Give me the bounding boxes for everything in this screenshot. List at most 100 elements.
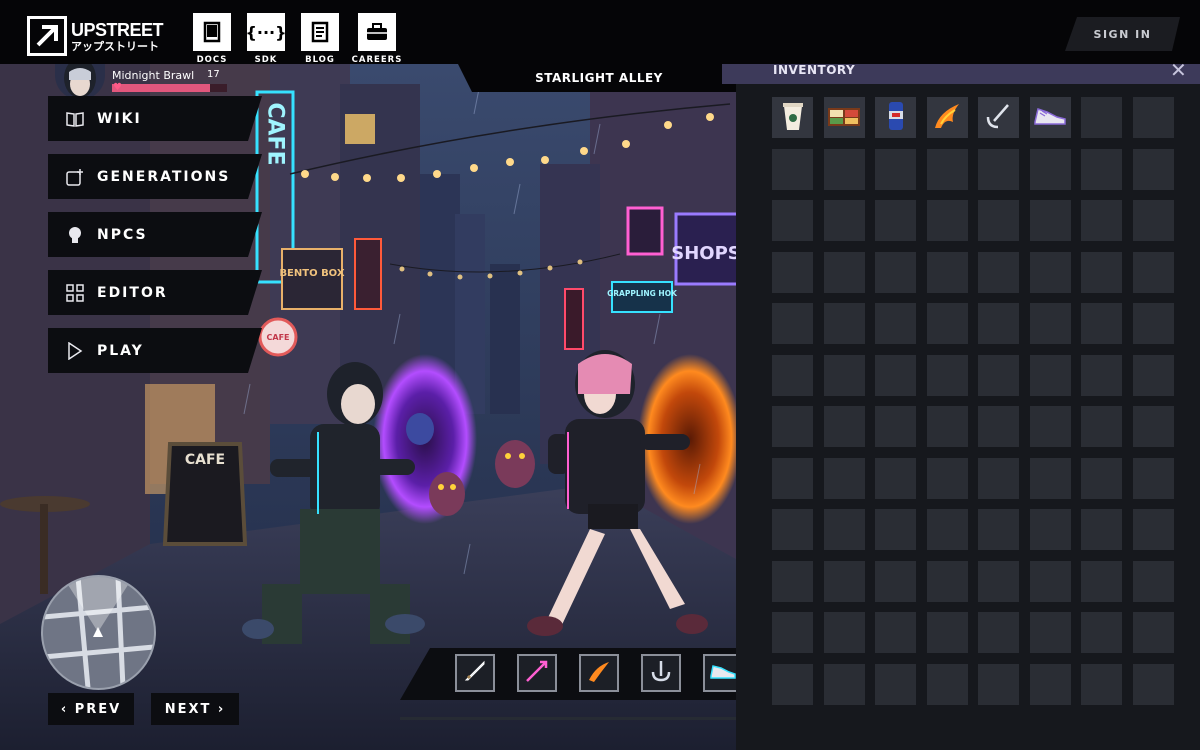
inventory-slot[interactable] bbox=[823, 406, 865, 447]
inventory-slot[interactable] bbox=[1132, 97, 1174, 138]
inventory-slot[interactable] bbox=[1132, 663, 1174, 705]
inventory-slot[interactable] bbox=[1132, 200, 1174, 241]
upstreet-logo[interactable]: UPSTREET アップストリート bbox=[27, 16, 164, 56]
inventory-slot[interactable] bbox=[1029, 148, 1071, 190]
inventory-slot[interactable] bbox=[926, 663, 968, 705]
next-button[interactable]: NEXT › bbox=[151, 693, 239, 725]
inventory-slot[interactable] bbox=[1081, 406, 1122, 447]
inventory-slot[interactable] bbox=[875, 457, 916, 499]
inventory-slot[interactable] bbox=[772, 200, 813, 241]
inventory-slot[interactable] bbox=[772, 457, 813, 499]
inventory-slot[interactable] bbox=[1029, 509, 1071, 550]
inventory-slot[interactable] bbox=[823, 560, 865, 602]
inventory-slot[interactable] bbox=[1132, 612, 1174, 653]
nav-docs[interactable]: DOCS bbox=[192, 13, 232, 65]
inventory-slot[interactable] bbox=[978, 560, 1019, 602]
inventory-slot[interactable] bbox=[978, 148, 1019, 190]
inventory-slot[interactable] bbox=[823, 612, 865, 653]
minimap[interactable] bbox=[41, 575, 156, 690]
inventory-slot[interactable] bbox=[772, 97, 813, 138]
inventory-slot[interactable] bbox=[1029, 354, 1071, 396]
inventory-slot[interactable] bbox=[1081, 251, 1122, 293]
inventory-slot[interactable] bbox=[926, 406, 968, 447]
inventory-slot[interactable] bbox=[1029, 200, 1071, 241]
inventory-slot[interactable] bbox=[926, 612, 968, 653]
inventory-slot[interactable] bbox=[978, 303, 1019, 344]
sign-in-button[interactable]: SIGN IN bbox=[1065, 17, 1180, 51]
inventory-slot[interactable] bbox=[1029, 663, 1071, 705]
inventory-slot[interactable] bbox=[1029, 457, 1071, 499]
inventory-slot[interactable] bbox=[823, 148, 865, 190]
inventory-slot[interactable] bbox=[1132, 406, 1174, 447]
inventory-slot[interactable] bbox=[875, 663, 916, 705]
inventory-slot[interactable] bbox=[978, 97, 1019, 138]
inventory-slot[interactable] bbox=[978, 406, 1019, 447]
menu-editor-button[interactable]: EDITOR bbox=[48, 270, 262, 315]
inventory-slot[interactable] bbox=[823, 200, 865, 241]
inventory-slot[interactable] bbox=[1081, 303, 1122, 344]
inventory-slot[interactable] bbox=[875, 251, 916, 293]
hotbar-slot-fire-slash[interactable] bbox=[579, 654, 619, 692]
inventory-slot[interactable] bbox=[1029, 612, 1071, 653]
inventory-slot[interactable] bbox=[926, 148, 968, 190]
hotbar-slot-grappling-hook[interactable] bbox=[641, 654, 681, 692]
inventory-slot[interactable] bbox=[823, 457, 865, 499]
inventory-slot[interactable] bbox=[823, 303, 865, 344]
inventory-slot[interactable] bbox=[772, 663, 813, 705]
inventory-slot[interactable] bbox=[926, 509, 968, 550]
inventory-slot[interactable] bbox=[875, 406, 916, 447]
hotbar-slot-sword[interactable] bbox=[455, 654, 495, 692]
inventory-slot[interactable] bbox=[823, 251, 865, 293]
hotbar-slot-magic-arrow[interactable] bbox=[517, 654, 557, 692]
menu-generations-button[interactable]: GENERATIONS bbox=[48, 154, 262, 199]
inventory-slot[interactable] bbox=[772, 354, 813, 396]
inventory-slot[interactable] bbox=[1029, 97, 1071, 138]
inventory-slot[interactable] bbox=[772, 406, 813, 447]
inventory-slot[interactable] bbox=[772, 560, 813, 602]
inventory-slot[interactable] bbox=[823, 509, 865, 550]
inventory-slot[interactable] bbox=[772, 303, 813, 344]
inventory-slot[interactable] bbox=[1029, 560, 1071, 602]
menu-wiki-button[interactable]: WIKI bbox=[48, 96, 262, 141]
inventory-slot[interactable] bbox=[875, 560, 916, 602]
inventory-slot[interactable] bbox=[1081, 200, 1122, 241]
inventory-slot[interactable] bbox=[978, 354, 1019, 396]
inventory-slot[interactable] bbox=[978, 509, 1019, 550]
inventory-slot[interactable] bbox=[875, 97, 916, 138]
inventory-slot[interactable] bbox=[1132, 509, 1174, 550]
inventory-slot[interactable] bbox=[978, 200, 1019, 241]
inventory-slot[interactable] bbox=[1081, 612, 1122, 653]
inventory-slot[interactable] bbox=[978, 457, 1019, 499]
inventory-slot[interactable] bbox=[1029, 406, 1071, 447]
inventory-slot[interactable] bbox=[1081, 148, 1122, 190]
inventory-slot[interactable] bbox=[926, 560, 968, 602]
inventory-slot[interactable] bbox=[875, 354, 916, 396]
inventory-slot[interactable] bbox=[1132, 148, 1174, 190]
nav-blog[interactable]: BLOG bbox=[300, 13, 340, 65]
inventory-slot[interactable] bbox=[772, 509, 813, 550]
inventory-slot[interactable] bbox=[875, 148, 916, 190]
inventory-slot[interactable] bbox=[926, 457, 968, 499]
inventory-slot[interactable] bbox=[772, 251, 813, 293]
inventory-slot[interactable] bbox=[1132, 354, 1174, 396]
inventory-slot[interactable] bbox=[823, 663, 865, 705]
inventory-slot[interactable] bbox=[875, 303, 916, 344]
inventory-slot[interactable] bbox=[875, 200, 916, 241]
inventory-slot[interactable] bbox=[772, 148, 813, 190]
inventory-slot[interactable] bbox=[926, 200, 968, 241]
inventory-slot[interactable] bbox=[926, 303, 968, 344]
menu-play-button[interactable]: PLAY bbox=[48, 328, 262, 373]
inventory-slot[interactable] bbox=[926, 354, 968, 396]
inventory-slot[interactable] bbox=[1081, 663, 1122, 705]
inventory-slot[interactable] bbox=[875, 509, 916, 550]
nav-sdk[interactable]: {···} SDK bbox=[246, 13, 287, 65]
inventory-slot[interactable] bbox=[1132, 560, 1174, 602]
inventory-slot[interactable] bbox=[1081, 560, 1122, 602]
inventory-slot[interactable] bbox=[1132, 303, 1174, 344]
inventory-slot[interactable] bbox=[978, 251, 1019, 293]
menu-npcs-button[interactable]: NPCS bbox=[48, 212, 262, 257]
inventory-slot[interactable] bbox=[978, 612, 1019, 653]
inventory-slot[interactable] bbox=[1029, 251, 1071, 293]
inventory-slot[interactable] bbox=[875, 612, 916, 653]
nav-careers[interactable]: CAREERS bbox=[352, 13, 401, 65]
